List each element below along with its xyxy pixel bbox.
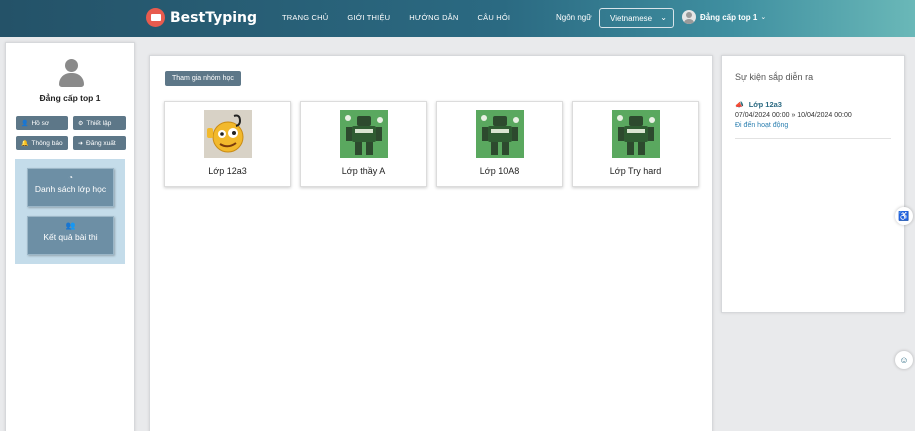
- settings-button-label: Thiết lập: [86, 119, 112, 127]
- event-time: 07/04/2024 00:00 » 10/04/2024 00:00: [735, 112, 852, 119]
- profile-sidebar: Đẳng cấp top 1 👤 Hồ sơ ⚙ Thiết lập 🔔 Thô…: [5, 42, 135, 431]
- language-value: Vietnamese: [610, 13, 653, 23]
- class-card[interactable]: Lớp thầy A: [300, 101, 427, 187]
- class-thumbnail: [204, 110, 252, 158]
- nav-faq[interactable]: CÂU HỎI: [478, 13, 511, 22]
- class-card[interactable]: Lớp 10A8: [436, 101, 563, 187]
- gear-icon: ⚙: [78, 120, 84, 127]
- class-name: Lớp 12a3: [208, 166, 247, 176]
- notifications-button-label: Thông báo: [31, 139, 63, 147]
- user-icon: [59, 59, 84, 89]
- language-label: Ngôn ngữ: [556, 13, 592, 22]
- nav-home[interactable]: TRANG CHỦ: [282, 13, 328, 22]
- event-name: Lớp 12a3: [748, 100, 782, 109]
- class-card[interactable]: Lớp 12a3: [164, 101, 291, 187]
- go-to-activity-link[interactable]: Đi đến hoạt động: [735, 122, 891, 129]
- sign-out-icon: ➜: [78, 140, 84, 147]
- chevron-down-icon: ⌄: [760, 14, 767, 21]
- user-menu[interactable]: Đẳng cấp top 1 ⌄: [682, 10, 766, 24]
- class-list-panel: Tham gia nhóm học Lớp 12a3 Lớp thầy A Lớ…: [149, 55, 713, 431]
- settings-button[interactable]: ⚙ Thiết lập: [73, 116, 126, 130]
- class-name: Lớp thầy A: [341, 166, 386, 176]
- results-button[interactable]: 👥 Kết quả bài thi: [27, 216, 114, 255]
- chat-icon[interactable]: ☺: [895, 351, 913, 369]
- class-name: Lớp Try hard: [609, 166, 662, 176]
- class-thumbnail: [476, 110, 524, 158]
- upcoming-events-panel: Sự kiện sắp diễn ra 📣 Lớp 12a3 07/04/202…: [721, 55, 905, 313]
- event-name-row[interactable]: 📣 Lớp 12a3: [735, 100, 891, 109]
- class-thumbnail: [340, 110, 388, 158]
- bell-icon: 🔔: [21, 140, 29, 147]
- avatar: [682, 10, 696, 24]
- top-navbar: BestTyping TRANG CHỦ GIỚI THIỆU HƯỚNG DẪ…: [0, 0, 915, 37]
- class-name: Lớp 10A8: [479, 166, 520, 176]
- nav-about[interactable]: GIỚI THIỆU: [347, 13, 390, 22]
- profile-name: Đẳng cấp top 1: [39, 93, 101, 103]
- results-label: Kết quả bài thi: [43, 232, 98, 242]
- brand-logo-link[interactable]: BestTyping: [146, 8, 257, 27]
- events-title: Sự kiện sắp diễn ra: [735, 72, 814, 82]
- logout-button-label: Đăng xuất: [86, 139, 116, 147]
- bullhorn-icon: 📣: [735, 101, 744, 109]
- nav-guide[interactable]: HƯỚNG DẪN: [409, 13, 458, 22]
- chevron-down-icon: ⌄: [660, 13, 667, 22]
- class-card[interactable]: Lớp Try hard: [572, 101, 699, 187]
- language-select[interactable]: Vietnamese ⌄: [599, 8, 674, 28]
- profile-button[interactable]: 👤 Hồ sơ: [16, 116, 68, 130]
- brand-name: BestTyping: [170, 9, 258, 26]
- notifications-button[interactable]: 🔔 Thông báo: [16, 136, 68, 150]
- class-thumbnail: [612, 110, 660, 158]
- logout-button[interactable]: ➜ Đăng xuất: [73, 136, 126, 150]
- profile-button-label: Hồ sơ: [31, 119, 50, 127]
- user-name: Đẳng cấp top 1: [700, 12, 758, 22]
- class-list-label: Danh sách lớp học: [34, 184, 107, 194]
- keyboard-logo-icon: [146, 8, 165, 27]
- sidebar-menu: ◔ Danh sách lớp học 👥 Kết quả bài thi: [15, 159, 125, 264]
- accessibility-icon[interactable]: ♿: [895, 207, 913, 225]
- event-item: 📣 Lớp 12a3 07/04/2024 00:00 » 10/04/2024…: [735, 100, 891, 139]
- class-list-button[interactable]: ◔ Danh sách lớp học: [27, 168, 114, 207]
- users-icon: 👥: [65, 221, 76, 230]
- user-icon: 👤: [21, 120, 29, 127]
- join-group-button[interactable]: Tham gia nhóm học: [165, 71, 241, 86]
- main-nav: TRANG CHỦ GIỚI THIỆU HƯỚNG DẪN CÂU HỎI: [282, 13, 529, 22]
- dashboard-icon: ◔: [68, 173, 73, 182]
